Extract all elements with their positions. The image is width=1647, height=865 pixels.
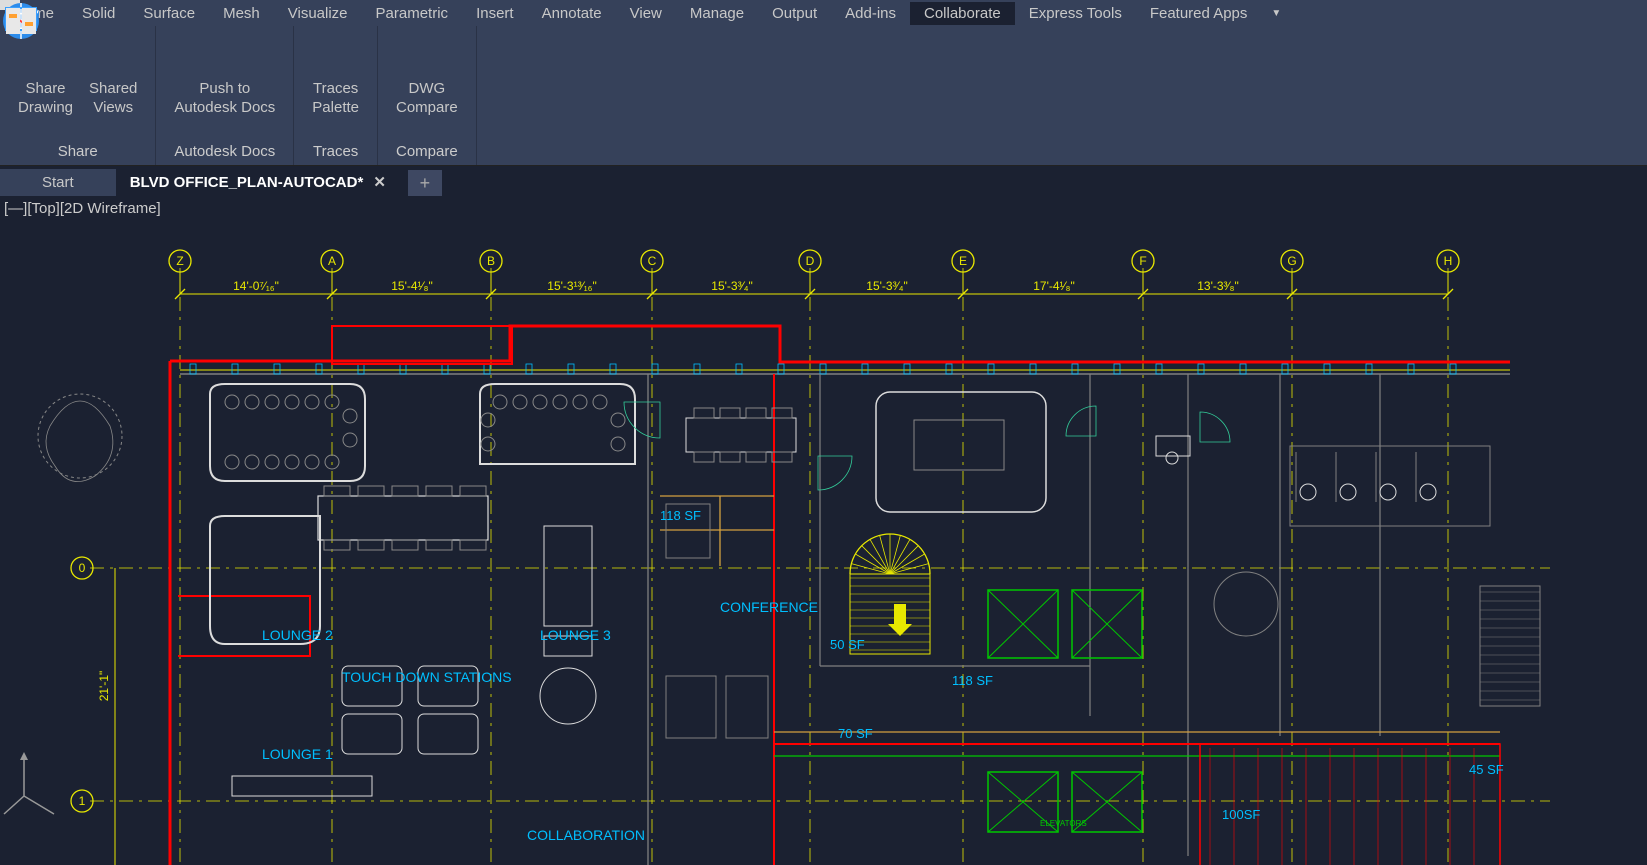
svg-text:Z: Z (176, 254, 183, 268)
svg-text:CONFERENCE: CONFERENCE (720, 599, 818, 615)
svg-text:45 SF: 45 SF (1469, 762, 1504, 777)
drawing-canvas[interactable]: [—][Top][2D Wireframe] ZABCDEFGH14'-0⁷⁄₁… (0, 196, 1647, 865)
traces-palette-icon (315, 34, 357, 76)
shared-views-icon (92, 34, 134, 76)
floor-plan-drawing: Z A B C D E F G H 14'-0⁷⁄₁₆" 15'-4¹⁄₈" 15'-3¹³⁄₁₆" 1… (0, 196, 1647, 865)
menu-parametric[interactable]: Parametric (362, 2, 463, 25)
menu-manage[interactable]: Manage (676, 2, 758, 25)
panel-title: Share (0, 140, 155, 165)
svg-text:COLLABORATION: COLLABORATION (527, 827, 645, 843)
share-drawing-button[interactable]: ShareDrawing (10, 32, 81, 120)
dwg-compare-button[interactable]: DWGCompare (388, 32, 466, 120)
svg-text:G: G (1287, 254, 1296, 268)
tab-add-button[interactable]: + (408, 170, 442, 196)
close-icon[interactable]: ✕ (373, 173, 386, 191)
push-to-autodesk-docs-button[interactable]: Push toAutodesk Docs (166, 32, 283, 120)
dwg-compare-icon (406, 34, 448, 76)
svg-text:B: B (487, 254, 495, 268)
svg-text:14'-0⁷⁄₁₆": 14'-0⁷⁄₁₆" (233, 279, 279, 293)
svg-text:118 SF: 118 SF (660, 508, 701, 523)
svg-text:LOUNGE 1: LOUNGE 1 (262, 746, 333, 762)
tab-label: BLVD OFFICE_PLAN-AUTOCAD* (130, 174, 364, 191)
svg-text:21'-1": 21'-1" (97, 671, 111, 702)
svg-text:LOUNGE 3: LOUNGE 3 (540, 627, 611, 643)
svg-text:13'-3³⁄₈": 13'-3³⁄₈" (1197, 279, 1239, 293)
menu-output[interactable]: Output (758, 2, 831, 25)
menu-collaborate[interactable]: Collaborate (910, 2, 1015, 25)
svg-text:17'-4¹⁄₈": 17'-4¹⁄₈" (1033, 279, 1075, 293)
menu-add-ins[interactable]: Add-ins (831, 2, 910, 25)
svg-text:H: H (1444, 254, 1453, 268)
menu-view[interactable]: View (616, 2, 676, 25)
svg-text:15'-3³⁄₄": 15'-3³⁄₄" (711, 279, 752, 293)
svg-text:A: A (328, 254, 336, 268)
panel-title: Traces (294, 140, 377, 165)
menu-mesh[interactable]: Mesh (209, 2, 274, 25)
svg-text:E: E (959, 254, 967, 268)
svg-text:TOUCH DOWN STATIONS: TOUCH DOWN STATIONS (342, 669, 512, 685)
svg-text:F: F (1139, 254, 1146, 268)
svg-text:50 SF: 50 SF (830, 637, 865, 652)
menu-surface[interactable]: Surface (129, 2, 209, 25)
panel-title: Compare (378, 140, 476, 165)
svg-text:D: D (806, 254, 815, 268)
tab-start[interactable]: Start (0, 169, 116, 196)
ribbon: ShareDrawingSharedViews Share Push toAutod… (0, 26, 1647, 166)
menu-bar: HomeSolidSurfaceMeshVisualizeParametricI… (0, 0, 1647, 26)
menu-solid[interactable]: Solid (68, 2, 129, 25)
svg-text:70 SF: 70 SF (838, 726, 873, 741)
svg-text:ELEVATORS: ELEVATORS (1040, 819, 1087, 828)
svg-text:15'-4¹⁄₈": 15'-4¹⁄₈" (391, 279, 433, 293)
menu-overflow[interactable]: ▼ (1261, 5, 1291, 22)
svg-text:C: C (648, 254, 657, 268)
svg-text:0: 0 (79, 561, 86, 575)
shared-views-button[interactable]: SharedViews (81, 32, 145, 120)
tab-active-document[interactable]: BLVD OFFICE_PLAN-AUTOCAD* ✕ (116, 168, 400, 196)
document-tabs: Start BLVD OFFICE_PLAN-AUTOCAD* ✕ + (0, 166, 1647, 196)
svg-text:LOUNGE 2: LOUNGE 2 (262, 627, 333, 643)
svg-text:15'-3¹³⁄₁₆": 15'-3¹³⁄₁₆" (547, 279, 596, 293)
push-to-autodesk-docs-icon (204, 34, 246, 76)
menu-featured-apps[interactable]: Featured Apps (1136, 2, 1262, 25)
svg-text:100SF: 100SF (1222, 807, 1260, 822)
menu-insert[interactable]: Insert (462, 2, 528, 25)
panel-title: Autodesk Docs (156, 140, 293, 165)
svg-text:15'-3³⁄₄": 15'-3³⁄₄" (866, 279, 907, 293)
svg-text:118 SF: 118 SF (952, 673, 993, 688)
svg-text:1: 1 (79, 794, 86, 808)
menu-express-tools[interactable]: Express Tools (1015, 2, 1136, 25)
traces-palette-button[interactable]: TracesPalette (304, 32, 367, 120)
menu-annotate[interactable]: Annotate (528, 2, 616, 25)
menu-visualize[interactable]: Visualize (274, 2, 362, 25)
